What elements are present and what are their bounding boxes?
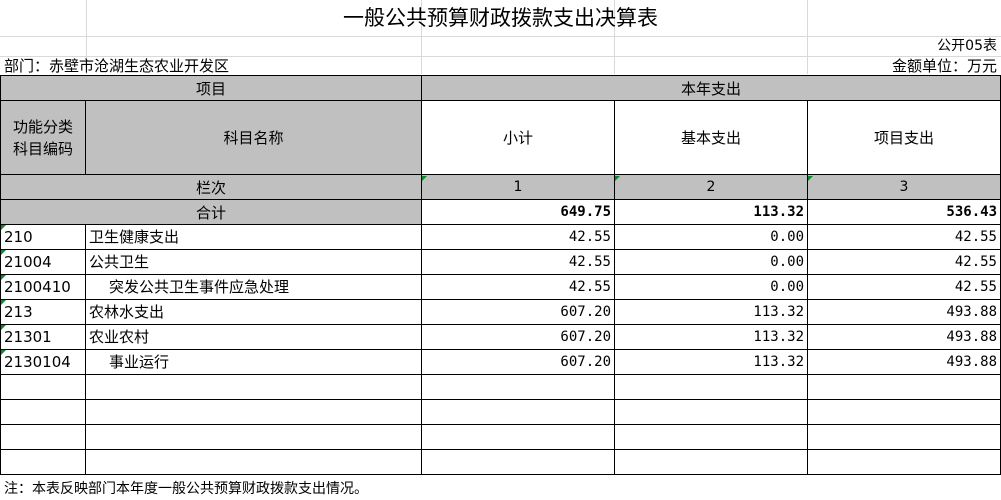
empty-cell	[86, 450, 422, 475]
table-cell-name: 农业农村	[86, 325, 422, 350]
table-cell-code: 213	[1, 300, 86, 325]
cell-marker	[1, 225, 6, 230]
empty-cell	[615, 450, 808, 475]
empty-cell	[422, 425, 615, 450]
footnote: 注：本表反映部门本年度一般公共预算财政拨款支出情况。	[4, 481, 368, 497]
table-cell-code: 2130104	[1, 350, 86, 375]
empty-cell	[1, 425, 86, 450]
empty-cell	[808, 425, 1001, 450]
header-subject-name: 科目名称	[86, 101, 422, 175]
table-cell-project: 493.88	[808, 325, 1001, 350]
header-basic: 基本支出	[615, 101, 808, 175]
cell-marker	[1, 350, 6, 355]
header-item: 项目	[1, 76, 422, 101]
table-cell-project: 42.55	[808, 225, 1001, 250]
total-label: 合计	[1, 200, 422, 225]
total-project: 536.43	[808, 200, 1001, 225]
empty-cell	[422, 400, 615, 425]
cell-marker	[808, 176, 813, 181]
cell-marker	[1, 300, 6, 305]
table-cell-code: 21004	[1, 250, 86, 275]
table-cell-subtotal: 607.20	[422, 325, 615, 350]
empty-cell	[808, 450, 1001, 475]
empty-cell	[808, 400, 1001, 425]
empty-cell	[1, 400, 86, 425]
table-cell-subtotal: 42.55	[422, 250, 615, 275]
empty-cell	[1, 375, 86, 400]
department-label: 部门：赤壁市沧湖生态农业开发区	[4, 57, 230, 75]
table-cell-code: 2100410	[1, 275, 86, 300]
empty-cell	[808, 375, 1001, 400]
table-cell-name: 事业运行	[86, 350, 422, 375]
table-cell-basic: 113.32	[615, 325, 808, 350]
cell-marker	[422, 176, 427, 181]
empty-cell	[86, 375, 422, 400]
table-cell-basic: 113.32	[615, 350, 808, 375]
table-cell-project: 493.88	[808, 300, 1001, 325]
header-func-code: 功能分类 科目编码	[1, 101, 86, 175]
spreadsheet: 一般公共预算财政拨款支出决算表 公开05表 部门：赤壁市沧湖生态农业开发区 金额…	[0, 0, 1001, 500]
form-code: 公开05表	[937, 38, 997, 54]
empty-cell	[86, 425, 422, 450]
empty-cell	[422, 375, 615, 400]
unit-label: 金额单位：万元	[891, 57, 997, 75]
header-func-code-line1: 功能分类	[12, 117, 73, 136]
table-cell-name: 农林水支出	[86, 300, 422, 325]
table-cell-project: 42.55	[808, 250, 1001, 275]
header-year-expense: 本年支出	[422, 76, 1001, 101]
table-cell-basic: 113.32	[615, 300, 808, 325]
empty-cell	[615, 400, 808, 425]
total-basic: 113.32	[615, 200, 808, 225]
table-cell-name: 突发公共卫生事件应急处理	[86, 275, 422, 300]
header-col-index: 栏次	[1, 175, 422, 200]
header-col2: 2	[615, 175, 808, 200]
table-cell-basic: 0.00	[615, 250, 808, 275]
table-cell-project: 42.55	[808, 275, 1001, 300]
empty-cell	[615, 375, 808, 400]
table-cell-subtotal: 42.55	[422, 275, 615, 300]
cell-marker	[1, 275, 6, 280]
table-cell-project: 493.88	[808, 350, 1001, 375]
page-title: 一般公共预算财政拨款支出决算表	[343, 6, 658, 30]
cell-marker	[1, 250, 6, 255]
table-cell-code: 210	[1, 225, 86, 250]
table-cell-name: 卫生健康支出	[86, 225, 422, 250]
empty-cell	[1, 450, 86, 475]
header-col3: 3	[808, 175, 1001, 200]
empty-cell	[422, 450, 615, 475]
empty-cell	[615, 425, 808, 450]
table-cell-basic: 0.00	[615, 225, 808, 250]
table-cell-code: 21301	[1, 325, 86, 350]
cell-marker	[615, 176, 620, 181]
header-subtotal: 小计	[422, 101, 615, 175]
total-subtotal: 649.75	[422, 200, 615, 225]
table-cell-subtotal: 607.20	[422, 300, 615, 325]
header-project: 项目支出	[808, 101, 1001, 175]
table-cell-basic: 0.00	[615, 275, 808, 300]
table-cell-subtotal: 607.20	[422, 350, 615, 375]
cell-marker	[1, 325, 6, 330]
table-cell-subtotal: 42.55	[422, 225, 615, 250]
table-cell-name: 公共卫生	[86, 250, 422, 275]
header-col1: 1	[422, 175, 615, 200]
header-func-code-line2: 科目编码	[12, 139, 73, 158]
empty-cell	[86, 400, 422, 425]
